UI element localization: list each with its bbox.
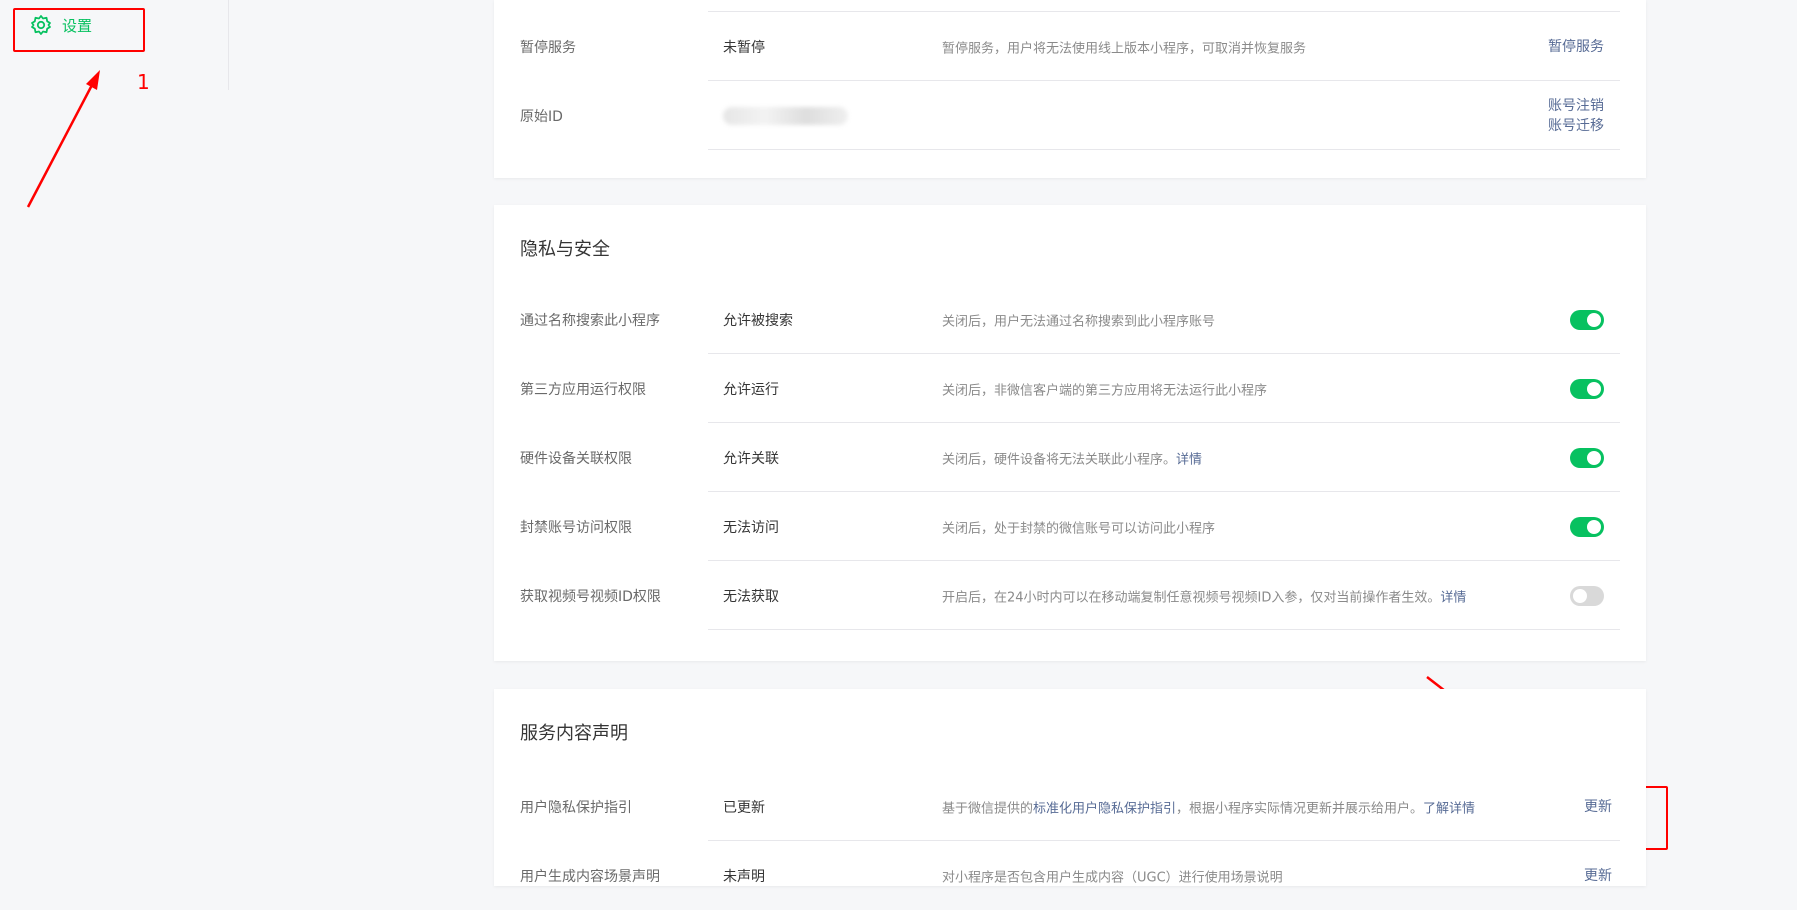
- video-id-toggle[interactable]: [1570, 585, 1604, 606]
- row-value: 未暂停: [723, 39, 765, 56]
- account-cancel-link[interactable]: 账号注销: [1548, 96, 1604, 116]
- privacy-security-card: 隐私与安全 通过名称搜索此小程序 允许被搜索 关闭后，用户无法通过名称搜索到此小…: [494, 205, 1646, 661]
- row-description: 暂停服务，用户将无法使用线上版本小程序，可取消并恢复服务: [942, 41, 1307, 56]
- row-name: 获取视频号视频ID权限: [520, 588, 661, 605]
- row-description: 关闭后，处于封禁的微信账号可以访问此小程序: [942, 521, 1216, 536]
- account-migrate-link[interactable]: 账号迁移: [1548, 116, 1604, 136]
- row-name: 硬件设备关联权限: [520, 450, 632, 467]
- description-text: 基于微信提供的: [942, 801, 1034, 816]
- original-id-redacted: [723, 106, 848, 125]
- update-ugc-button[interactable]: 更新: [1584, 866, 1612, 886]
- description-text: 开启后，在24小时内可以在移动端复制任意视频号视频ID入参，仅对当前操作者生效。: [942, 590, 1441, 605]
- privacy-guide-link[interactable]: 标准化用户隐私保护指引: [1033, 801, 1176, 816]
- row-description: 关闭后，硬件设备将无法关联此小程序。详情: [942, 448, 1202, 467]
- account-actions: 账号注销 账号迁移: [1548, 96, 1604, 136]
- details-link[interactable]: 详情: [1440, 590, 1466, 605]
- pause-service-link[interactable]: 暂停服务: [1548, 37, 1604, 57]
- row-description: 基于微信提供的标准化用户隐私保护指引，根据小程序实际情况更新并展示给用户。了解详…: [942, 797, 1475, 816]
- row-description: 开启后，在24小时内可以在移动端复制任意视频号视频ID入参，仅对当前操作者生效。…: [942, 586, 1466, 605]
- account-info-card: 暂停服务 未暂停 暂停服务，用户将无法使用线上版本小程序，可取消并恢复服务 暂停…: [494, 0, 1646, 178]
- search-toggle[interactable]: [1570, 309, 1604, 330]
- third-party-run-toggle[interactable]: [1570, 378, 1604, 399]
- row-description: 关闭后，非微信客户端的第三方应用将无法运行此小程序: [942, 383, 1268, 398]
- row-name: 第三方应用运行权限: [520, 381, 646, 398]
- row-value: 已更新: [723, 799, 765, 816]
- row-name: 通过名称搜索此小程序: [520, 312, 660, 329]
- row-name: 用户生成内容场景声明: [520, 868, 660, 885]
- row-description: 关闭后，用户无法通过名称搜索到此小程序账号: [942, 314, 1216, 329]
- list-item-pause-service: 暂停服务 未暂停 暂停服务，用户将无法使用线上版本小程序，可取消并恢复服务 暂停…: [520, 12, 1620, 81]
- card-title: 服务内容声明: [520, 723, 628, 744]
- list-item-search-by-name: 通过名称搜索此小程序 允许被搜索 关闭后，用户无法通过名称搜索到此小程序账号: [520, 285, 1620, 354]
- row-value: 无法获取: [723, 588, 779, 605]
- list-item-third-party-run: 第三方应用运行权限 允许运行 关闭后，非微信客户端的第三方应用将无法运行此小程序: [520, 354, 1620, 423]
- list-item-ugc-declaration: 用户生成内容场景声明 未声明 对小程序是否包含用户生成内容（UGC）进行使用场景…: [520, 841, 1620, 910]
- list-item-banned-access: 封禁账号访问权限 无法访问 关闭后，处于封禁的微信账号可以访问此小程序: [520, 492, 1620, 561]
- description-text: ，根据小程序实际情况更新并展示给用户。: [1176, 801, 1424, 816]
- row-name: 暂停服务: [520, 39, 576, 56]
- row-description: 对小程序是否包含用户生成内容（UGC）进行使用场景说明: [942, 870, 1283, 885]
- row-name: 用户隐私保护指引: [520, 799, 632, 816]
- row-value: 允许关联: [723, 450, 779, 467]
- row-value: 允许运行: [723, 381, 779, 398]
- annotation-box-settings: [13, 8, 145, 52]
- list-item-hardware-link: 硬件设备关联权限 允许关联 关闭后，硬件设备将无法关联此小程序。详情: [520, 423, 1620, 492]
- banned-access-toggle[interactable]: [1570, 516, 1604, 537]
- learn-more-link[interactable]: 了解详情: [1423, 801, 1475, 816]
- service-declaration-card: 服务内容声明 用户隐私保护指引 已更新 基于微信提供的标准化用户隐私保护指引，根…: [494, 689, 1646, 886]
- row-value: 允许被搜索: [723, 312, 793, 329]
- row-name: 原始ID: [520, 108, 563, 125]
- row-name: 封禁账号访问权限: [520, 519, 632, 536]
- description-text: 关闭后，硬件设备将无法关联此小程序。: [942, 452, 1177, 467]
- list-item-privacy-guide: 用户隐私保护指引 已更新 基于微信提供的标准化用户隐私保护指引，根据小程序实际情…: [520, 772, 1620, 841]
- hardware-link-toggle[interactable]: [1570, 447, 1604, 468]
- list-item: [520, 0, 1620, 12]
- list-item-original-id: 原始ID 账号注销 账号迁移: [520, 81, 1620, 150]
- row-value: 无法访问: [723, 519, 779, 536]
- update-privacy-guide-button[interactable]: 更新: [1584, 797, 1612, 817]
- annotation-number-1: 1: [137, 70, 150, 94]
- list-item-channels-video-id: 获取视频号视频ID权限 无法获取 开启后，在24小时内可以在移动端复制任意视频号…: [520, 561, 1620, 630]
- row-value: 未声明: [723, 868, 765, 885]
- details-link[interactable]: 详情: [1176, 452, 1202, 467]
